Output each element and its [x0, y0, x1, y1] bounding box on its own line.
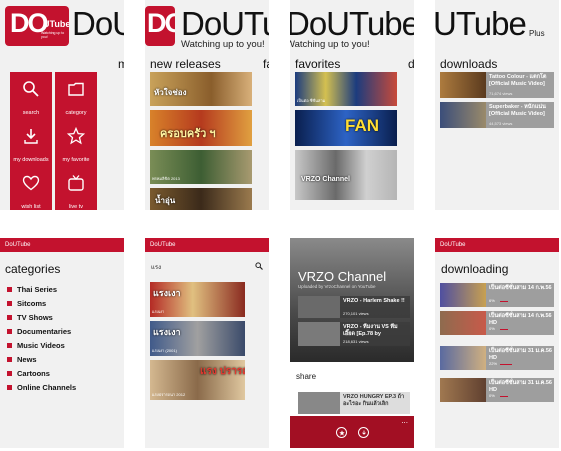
downloads-panel: UTube Plus downloads Tattoo Colour - แตก… [435, 0, 559, 210]
channel-video[interactable]: VRZO - Harlem Shake !! 270,101 views [298, 296, 410, 318]
category-item[interactable]: Music Videos [7, 341, 65, 350]
channel-video[interactable]: VRZO - ทีมงาน VS ทีมเอี๊ยด [Ep.78 by 218… [298, 322, 410, 346]
app-title: DoUTube [290, 5, 414, 42]
video-thumbnail[interactable]: พรหมลิขิต 2013 [150, 150, 252, 184]
category-item[interactable]: Cartoons [7, 369, 50, 378]
category-item[interactable]: Thai Series [7, 285, 57, 294]
new-releases-panel: DO DoUTube Watching up to you! new relea… [145, 0, 269, 210]
app-logo: DO UTube Watching up to you! [5, 6, 69, 46]
section-header-new-releases: new releases [150, 57, 221, 71]
search-tile[interactable]: search [10, 72, 52, 119]
video-thumbnail [298, 296, 340, 318]
category-tile[interactable]: category [55, 72, 97, 119]
download-item[interactable]: Superbaker - หนักแน่น [Official Music Vi… [440, 102, 554, 128]
category-item[interactable]: TV Shows [7, 313, 53, 322]
my-downloads-tile[interactable]: my downloads [10, 119, 52, 166]
section-peek: d [408, 57, 414, 71]
download-icon [361, 430, 366, 435]
page-title: categories [5, 262, 61, 276]
progress-bar [500, 363, 512, 365]
video-thumbnail [298, 322, 340, 346]
app-title: DoUTube [181, 5, 269, 42]
section-header-downloads: downloads [440, 57, 498, 71]
video-thumbnail[interactable]: หัวใจช่อง [150, 72, 252, 106]
progress-bar [500, 328, 508, 330]
section-header-favorites: favorites [295, 57, 341, 71]
favorite-button[interactable] [336, 427, 347, 438]
video-thumbnail [440, 311, 486, 335]
categories-panel: DoUTube categories Thai Series Sitcoms T… [0, 238, 124, 448]
my-favorite-tile[interactable]: my favorite [55, 119, 97, 166]
live-tv-tile[interactable]: live tv [55, 166, 97, 210]
video-thumbnail [440, 378, 486, 402]
category-item[interactable]: Online Channels [7, 383, 76, 392]
downloading-item[interactable]: เป็นต่อซีซั่นสาม 31 ม.ค.56 HD 0% [440, 378, 554, 402]
channel-title: VRZO Channel [298, 269, 387, 284]
category-item[interactable]: News [7, 355, 37, 364]
channel-uploader: Uploaded by VrzoChannel on YouTube [298, 284, 376, 289]
folder-icon [68, 82, 84, 96]
title-bar: DoUTube [145, 238, 269, 252]
wish-list-tile[interactable]: wish list [10, 166, 52, 210]
video-thumbnail[interactable]: ครอบครัว ฯ [150, 110, 252, 146]
download-button[interactable] [358, 427, 369, 438]
video-thumbnail[interactable]: VRZO Channel [295, 150, 397, 200]
favorites-panel: DoUTube Watching up to you! favorites d … [290, 0, 414, 210]
search-input[interactable]: แรง [149, 260, 265, 272]
search-icon [23, 81, 39, 97]
search-result[interactable]: แรง ปรารถนา แรงปรารถนา 2012 [150, 360, 245, 400]
channel-video[interactable]: VRZO HUNGRY EP.3 ถ้าอะไรอะ กินแล้วเลิก [298, 392, 410, 414]
star-icon [67, 127, 85, 145]
page-title: downloading [441, 262, 509, 276]
progress-bar [500, 300, 508, 302]
channel-panel: VRZO Channel Uploaded by VrzoChannel on … [290, 238, 414, 448]
video-thumbnail[interactable]: น้ำอุ่น [150, 188, 252, 210]
star-icon [338, 429, 345, 436]
tv-icon [68, 175, 84, 191]
download-icon [24, 129, 38, 144]
app-tagline: Watching up to you! [290, 39, 370, 50]
app-bar: ... [290, 416, 414, 448]
search-icon[interactable] [255, 262, 263, 270]
video-thumbnail [440, 102, 486, 128]
downloading-item[interactable]: เป็นต่อซีซั่นสาม 31 ม.ค.56 HD 22% [440, 346, 554, 370]
section-peek: fa [263, 57, 269, 71]
app-title: UTube [435, 5, 527, 42]
share-item[interactable]: share [296, 372, 316, 381]
menu-peek: m [118, 57, 124, 71]
title-bar: DoUTube [435, 238, 559, 252]
downloading-panel: DoUTube downloading เป็นต่อซีซั่นสาม 14 … [435, 238, 559, 448]
video-thumbnail[interactable]: เป็นต่อ ซีซั่นสาม [295, 72, 397, 106]
search-result[interactable]: แรงเงา แรงเงา [150, 282, 245, 317]
downloading-item[interactable]: เป็นต่อซีซั่นสาม 14 ก.พ.56 6% [440, 283, 554, 307]
app-logo: DO [145, 6, 175, 46]
downloading-item[interactable]: เป็นต่อซีซั่นสาม 14 ก.พ.56 HD 0% [440, 311, 554, 335]
search-panel: DoUTube แรง แรงเงา แรงเงา แรงเงา แรงเงา … [145, 238, 269, 448]
progress-bar [500, 395, 508, 397]
home-panel: DO UTube Watching up to you! DoUTube m s… [0, 0, 124, 210]
search-result[interactable]: แรงเงา แรงเงา (2001) [150, 321, 245, 356]
more-button[interactable]: ... [401, 416, 408, 425]
app-title: DoUTube [72, 5, 124, 42]
heart-icon [22, 175, 40, 191]
video-thumbnail[interactable]: FAN [295, 110, 397, 146]
category-item[interactable]: Documentaries [7, 327, 71, 336]
app-tagline: Watching up to you! [181, 39, 265, 50]
video-thumbnail [298, 392, 340, 414]
title-bar: DoUTube [0, 238, 124, 252]
category-item[interactable]: Sitcoms [7, 299, 46, 308]
plus-label: Plus [529, 29, 545, 38]
video-thumbnail [440, 72, 486, 98]
video-thumbnail [440, 283, 486, 307]
video-thumbnail [440, 346, 486, 370]
download-item[interactable]: Tattoo Colour - แตกโต [Official Music Vi… [440, 72, 554, 98]
